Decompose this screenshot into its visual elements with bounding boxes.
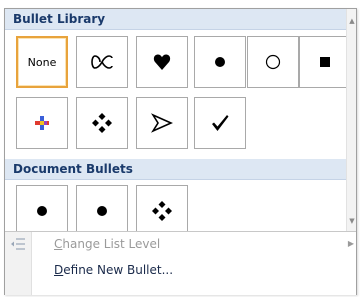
color-plus-icon <box>35 116 49 130</box>
bullet-hollow-circle-tile[interactable] <box>247 36 299 88</box>
filled-square-icon <box>320 57 330 67</box>
scroll-up-icon[interactable]: ▲ <box>348 17 356 25</box>
bullet-four-diamonds-tile[interactable] <box>76 97 128 149</box>
heart-icon <box>153 54 171 70</box>
change-list-level-item[interactable]: Change List Level ▶ <box>31 232 356 256</box>
proportional-symbol-icon <box>91 55 113 69</box>
submenu-arrow-icon: ▶ <box>347 239 354 248</box>
checkmark-icon <box>212 115 229 131</box>
bullet-filled-circle-tile[interactable] <box>194 36 246 88</box>
four-diamonds-icon <box>92 113 112 133</box>
bullet-menu: Change List Level ▶ Define New Bullet... <box>5 231 356 295</box>
bullet-heart-tile[interactable] <box>136 36 188 88</box>
bullet-none-tile[interactable]: None <box>16 36 68 88</box>
document-bullet-circle-2[interactable] <box>76 185 128 237</box>
define-new-bullet-item[interactable]: Define New Bullet... <box>31 258 356 282</box>
arrowhead-icon <box>151 113 173 133</box>
hollow-circle-icon <box>265 54 281 70</box>
bullet-library-header: Bullet Library <box>5 9 346 30</box>
bullet-gallery: Bullet Library None Document Bullets <box>5 9 351 237</box>
background-strip: ​ <box>0 0 361 8</box>
document-bullets-header: Document Bullets <box>5 159 346 180</box>
filled-circle-icon <box>37 206 47 216</box>
document-bullet-diamonds[interactable] <box>136 185 188 237</box>
change-list-level-icon <box>11 238 25 250</box>
bullet-filled-square-tile[interactable] <box>299 36 351 88</box>
filled-circle-icon <box>215 57 225 67</box>
change-level-label: hange List Level <box>62 237 161 251</box>
four-diamonds-icon <box>152 201 172 221</box>
none-label: None <box>27 55 57 69</box>
bullet-checkmark-tile[interactable] <box>194 97 246 149</box>
document-bullet-circle-1[interactable] <box>16 185 68 237</box>
bullet-color-plus-tile[interactable] <box>16 97 68 149</box>
bullets-dropdown-panel: Bullet Library None Document Bullets ▲ ▼… <box>4 8 357 295</box>
define-bullet-mnemonic: D <box>54 263 64 277</box>
bullet-proportional-tile[interactable] <box>76 36 128 88</box>
filled-circle-icon <box>97 206 107 216</box>
gallery-scrollbar[interactable]: ▲ ▼ <box>346 9 356 231</box>
bullet-arrowhead-tile[interactable] <box>136 97 188 149</box>
define-bullet-label: efine New Bullet... <box>63 263 174 277</box>
scroll-down-icon[interactable]: ▼ <box>348 217 356 225</box>
